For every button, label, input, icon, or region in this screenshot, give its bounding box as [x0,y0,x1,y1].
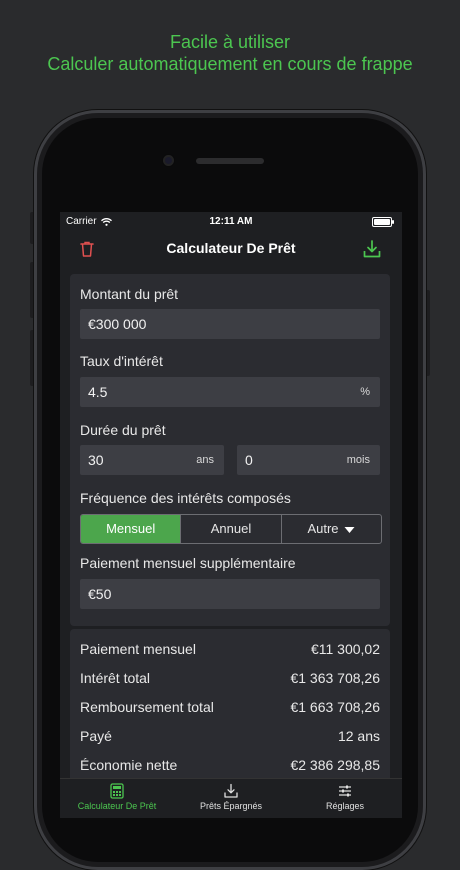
earpiece-speaker [196,158,264,164]
loan-duration-label: Durée du prêt [80,422,166,438]
duration-months-value: 0 [245,452,253,468]
percent-unit: % [360,386,370,398]
interest-rate-input[interactable]: 4.5 % [80,377,380,407]
tab-label: Calculateur De Prêt [77,801,157,811]
extra-payment-label: Paiement mensuel supplémentaire [80,555,296,571]
calculator-icon [110,783,124,799]
result-value: 12 ans [337,728,380,744]
download-icon[interactable] [362,239,382,259]
tab-saved-loans[interactable]: Prêts Épargnés [174,783,288,811]
frequency-option-annual[interactable]: Annuel [181,515,282,543]
result-row: Remboursement total €1 663 708,26 [80,699,380,715]
years-unit: ans [196,454,214,466]
duration-years-value: 30 [88,452,104,468]
result-row: Intérêt total €1 363 708,26 [80,670,380,686]
result-value: €11 300,02 [310,641,380,657]
frequency-segmented-control: Mensuel Annuel Autre [80,514,382,544]
duration-months-input[interactable]: 0 mois [237,445,380,475]
status-time: 12:11 AM [209,216,253,227]
result-row: Payé 12 ans [80,728,380,744]
status-bar: Carrier 12:11 AM [60,212,402,232]
tab-loan-calculator[interactable]: Calculateur De Prêt [60,783,174,811]
caret-down-icon [344,526,355,533]
result-value: €1 663 708,26 [290,699,380,715]
result-label: Économie nette [80,757,178,773]
frequency-option-other-label: Autre [307,521,339,536]
frequency-option-other[interactable]: Autre [282,515,381,543]
app-screen: Carrier 12:11 AM Calculateur De Prêt Mon… [60,212,402,818]
result-value: €2 386 298,85 [290,757,380,773]
interest-rate-value: 4.5 [88,384,108,400]
result-row: Paiement mensuel €11 300,02 [80,641,380,657]
promo-headline: Facile à utiliser [169,32,291,52]
tab-label: Prêts Épargnés [199,801,263,811]
result-value: €1 363 708,26 [290,670,380,686]
tab-bar: Calculateur De Prêt Prêts Épargnés Régla… [60,778,402,818]
months-unit: mois [346,454,370,466]
page-title: Calculateur De Prêt [166,240,296,256]
tab-settings[interactable]: Réglages [288,783,402,811]
result-row: Économie nette €2 386 298,85 [80,757,380,773]
result-label: Paiement mensuel [80,641,196,657]
result-label: Remboursement total [80,699,214,715]
extra-payment-input[interactable]: €50 [80,579,380,609]
front-camera [163,155,174,166]
loan-amount-label: Montant du prêt [80,286,179,302]
battery-icon [372,217,394,227]
download-icon [224,783,238,798]
frequency-label: Fréquence des intérêts composés [80,490,291,506]
loan-form: Montant du prêt €300 000 Taux d'intérêt … [70,274,390,626]
results-panel: Paiement mensuel €11 300,02 Intérêt tota… [70,629,390,789]
duration-years-input[interactable]: 30 ans [80,445,224,475]
loan-amount-input[interactable]: €300 000 [80,309,380,339]
interest-rate-label: Taux d'intérêt [80,353,163,369]
promo-subheadline: Calculer automatiquement en cours de fra… [47,54,413,74]
nav-bar: Calculateur De Prêt [60,232,402,268]
result-label: Payé [80,728,112,744]
sliders-icon [339,785,351,797]
extra-payment-value: €50 [88,586,112,602]
result-label: Intérêt total [80,670,151,686]
loan-amount-value: €300 000 [88,316,147,332]
frequency-option-monthly[interactable]: Mensuel [81,515,182,543]
tab-label: Réglages [325,801,365,811]
